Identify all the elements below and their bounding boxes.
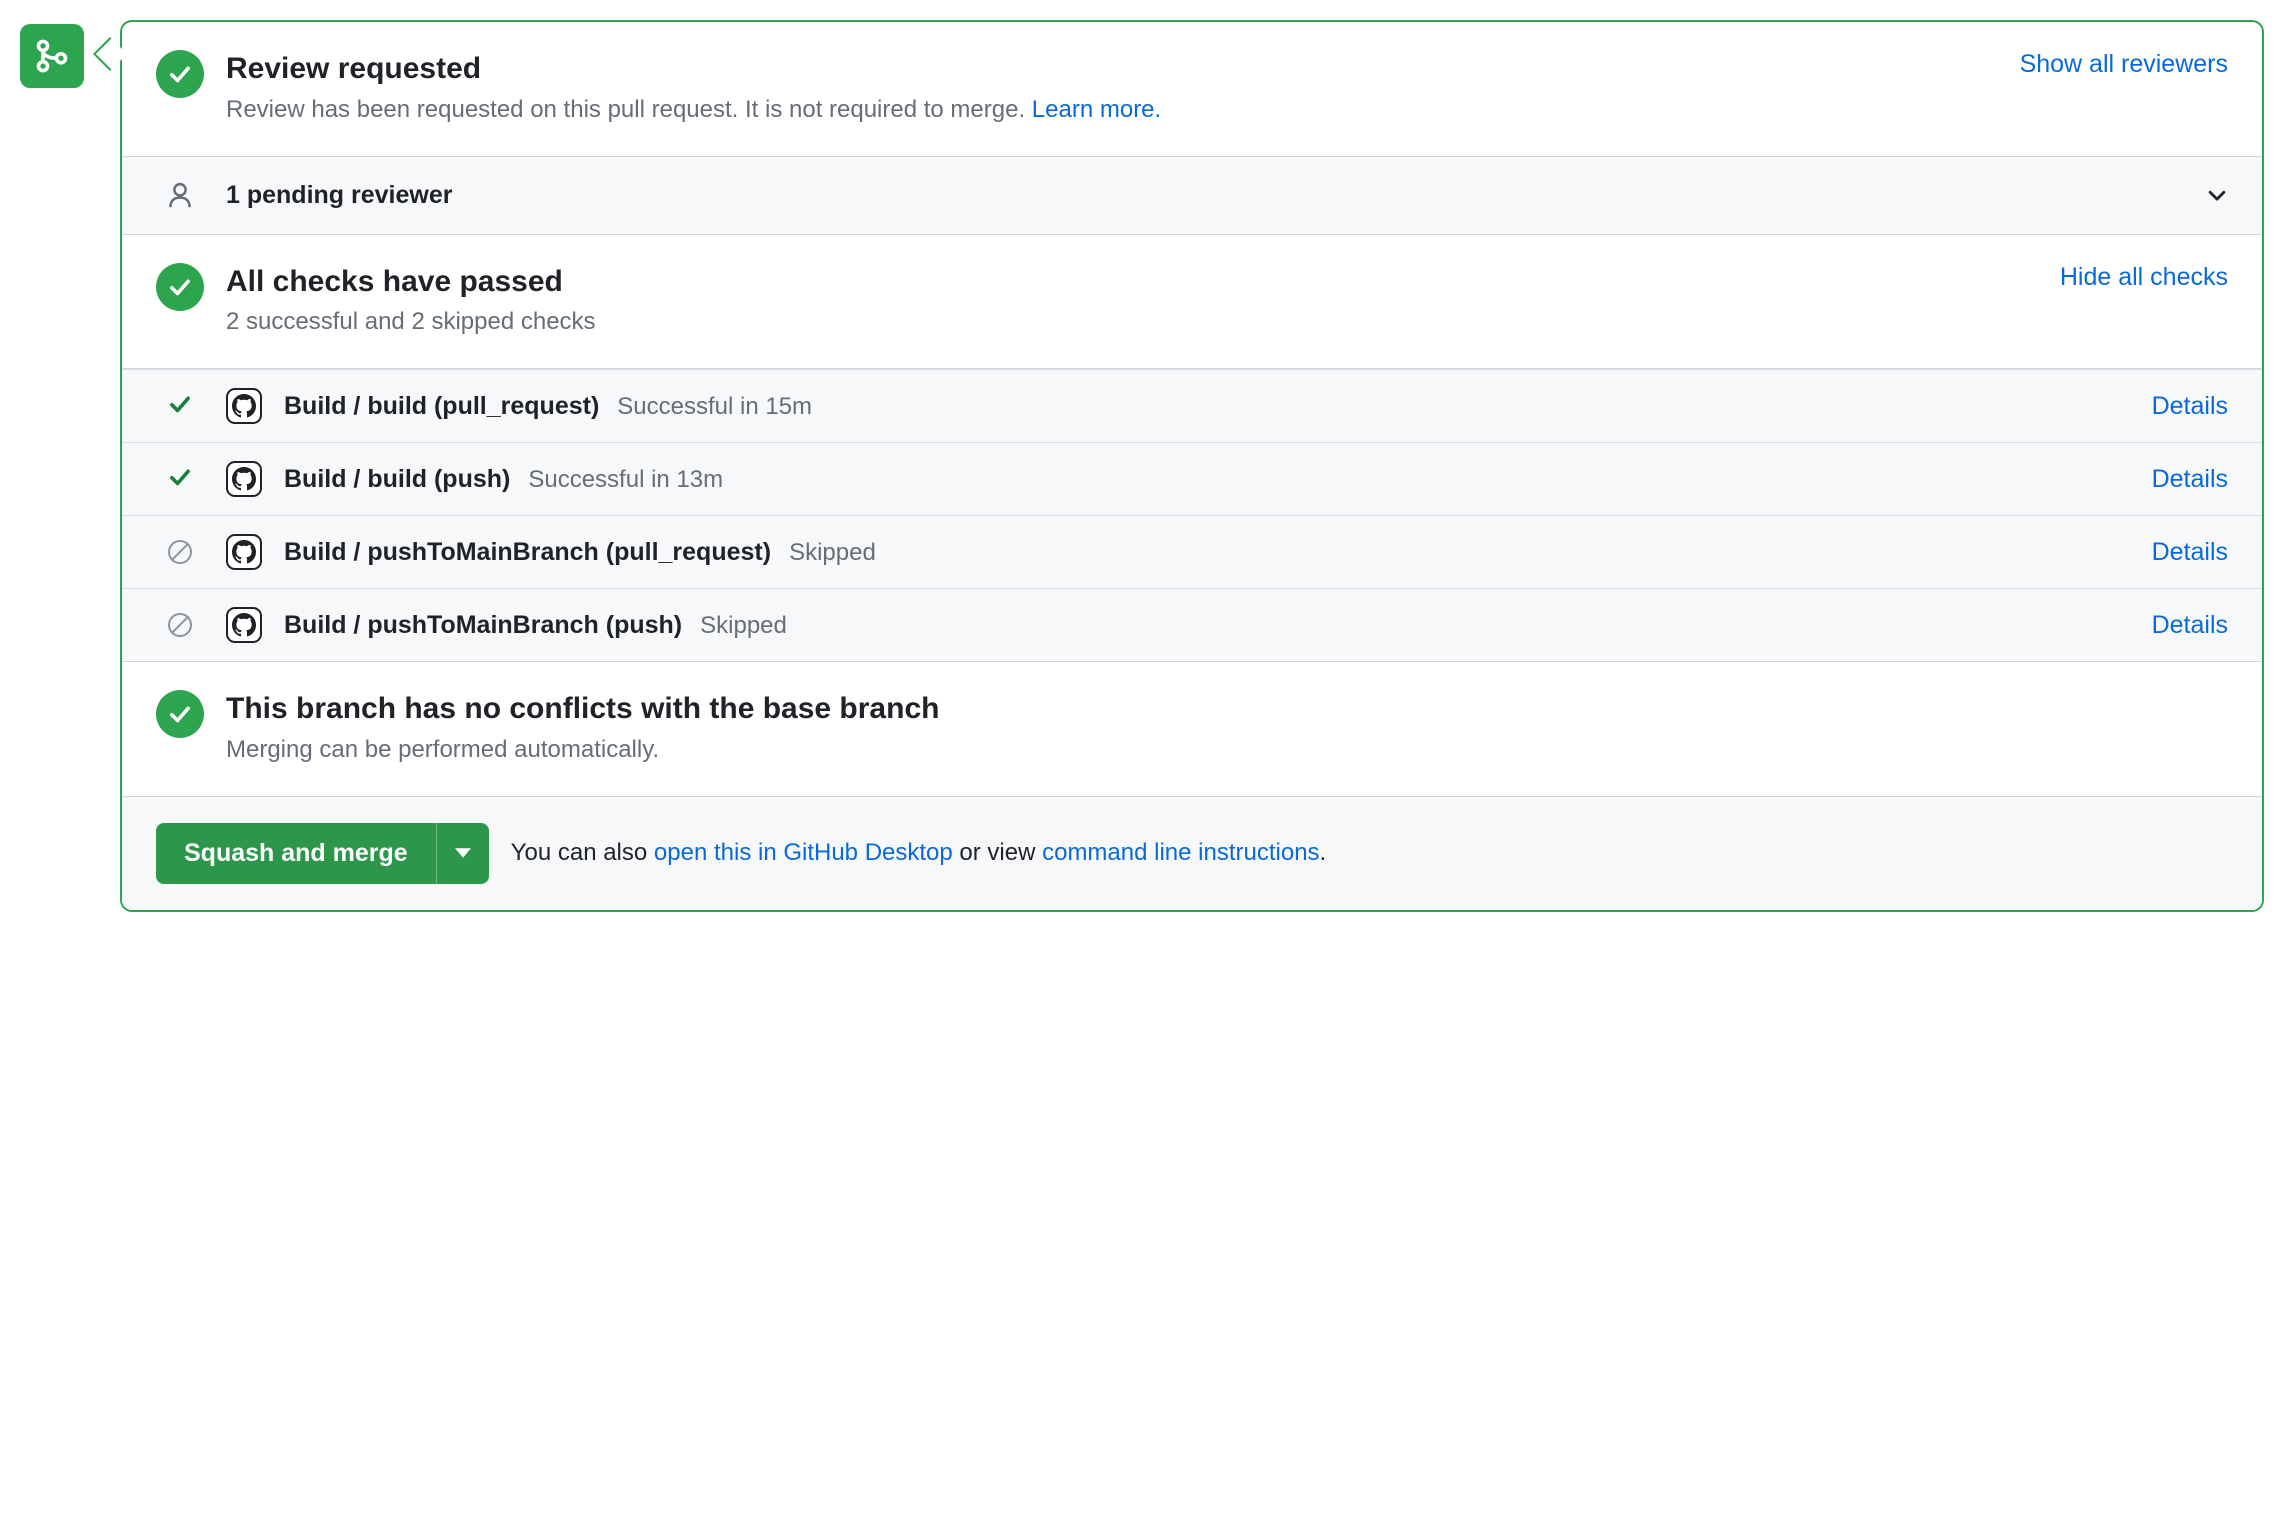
chevron-down-icon <box>2206 184 2228 206</box>
check-name: Build / build (push) <box>284 465 510 494</box>
squash-and-merge-button[interactable]: Squash and merge <box>156 823 436 884</box>
github-avatar-icon <box>226 534 262 570</box>
pending-reviewers-row[interactable]: 1 pending reviewer <box>122 156 2262 235</box>
hide-all-checks-link[interactable]: Hide all checks <box>2060 263 2228 291</box>
merge-options-caret[interactable] <box>436 823 489 884</box>
check-result: Successful in 13m <box>528 466 723 494</box>
status-success-icon <box>156 263 204 311</box>
check-result: Skipped <box>789 539 876 567</box>
merge-button-group: Squash and merge <box>156 823 489 884</box>
merge-status-box: Review requested Review has been request… <box>120 20 2264 912</box>
check-details-link[interactable]: Details <box>2152 465 2228 494</box>
checks-title: All checks have passed <box>226 263 2038 301</box>
conflicts-title: This branch has no conflicts with the ba… <box>226 690 2228 728</box>
check-skip-icon <box>156 540 204 564</box>
person-icon <box>156 181 204 209</box>
conflicts-section: This branch has no conflicts with the ba… <box>122 661 2262 796</box>
learn-more-link[interactable]: Learn more. <box>1032 96 1161 123</box>
check-skip-icon <box>156 613 204 637</box>
checks-section: All checks have passed 2 successful and … <box>122 235 2262 369</box>
github-avatar-icon <box>226 461 262 497</box>
conflicts-subtitle: Merging can be performed automatically. <box>226 732 2228 768</box>
github-avatar-icon <box>226 607 262 643</box>
check-name: Build / build (pull_request) <box>284 392 599 421</box>
check-pass-icon <box>156 391 204 422</box>
check-row: Build / pushToMainBranch (push) Skipped De… <box>122 588 2262 661</box>
check-details-link[interactable]: Details <box>2152 392 2228 421</box>
check-details-link[interactable]: Details <box>2152 538 2228 567</box>
pending-reviewer-label: 1 pending reviewer <box>226 181 2184 210</box>
check-result: Skipped <box>700 612 787 640</box>
check-pass-icon <box>156 464 204 495</box>
github-avatar-icon <box>226 388 262 424</box>
open-in-desktop-link[interactable]: open this in GitHub Desktop <box>654 839 953 866</box>
review-section: Review requested Review has been request… <box>122 22 2262 156</box>
footer-text: You can also open this in GitHub Desktop… <box>511 839 1327 867</box>
merge-footer: Squash and merge You can also open this … <box>122 796 2262 910</box>
check-row: Build / pushToMainBranch (pull_request) S… <box>122 515 2262 588</box>
check-details-link[interactable]: Details <box>2152 611 2228 640</box>
checks-list: Build / build (pull_request) Successful i… <box>122 368 2262 661</box>
check-name: Build / pushToMainBranch (pull_request) <box>284 538 771 567</box>
check-name: Build / pushToMainBranch (push) <box>284 611 682 640</box>
checks-subtitle: 2 successful and 2 skipped checks <box>226 304 2038 340</box>
git-merge-badge <box>20 24 84 88</box>
check-row: Build / build (push) Successful in 13m Det… <box>122 442 2262 515</box>
git-merge-icon <box>34 38 70 74</box>
review-subtitle: Review has been requested on this pull r… <box>226 92 1998 128</box>
check-result: Successful in 15m <box>617 393 812 421</box>
status-success-icon <box>156 50 204 98</box>
status-success-icon <box>156 690 204 738</box>
review-title: Review requested <box>226 50 1998 88</box>
caret-down-icon <box>455 848 471 858</box>
check-row: Build / build (pull_request) Successful i… <box>122 369 2262 442</box>
show-all-reviewers-link[interactable]: Show all reviewers <box>2020 50 2228 78</box>
command-line-link[interactable]: command line instructions <box>1042 839 1319 866</box>
